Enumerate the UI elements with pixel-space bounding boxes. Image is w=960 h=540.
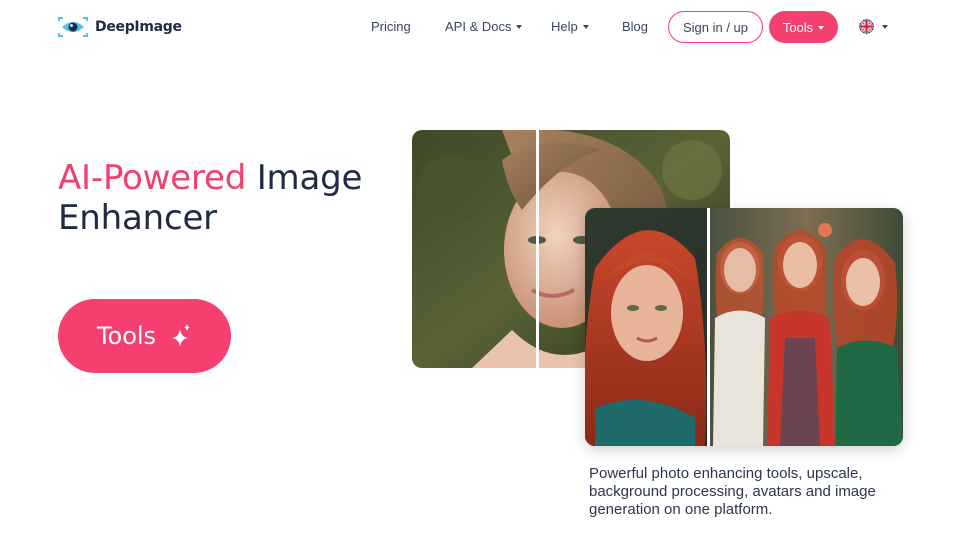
sparkle-icon	[172, 324, 191, 347]
hero-title-part2: Enhancer	[58, 198, 217, 238]
nav-blog[interactable]: Blog	[622, 19, 648, 34]
nav-pricing[interactable]: Pricing	[371, 19, 411, 34]
hero-description: Powerful photo enhancing tools, upscale,…	[589, 465, 876, 518]
brand-name: DeepImage	[95, 19, 182, 35]
hero-title: AI-Powered Image Enhancer	[58, 158, 398, 238]
caret-down-icon	[882, 25, 888, 29]
signin-button[interactable]: Sign in / up	[668, 11, 763, 43]
brand-logo[interactable]: DeepImage	[57, 14, 182, 40]
caret-down-icon	[582, 25, 589, 29]
eye-logo-icon	[58, 17, 88, 37]
nav-blog-label: Blog	[622, 19, 649, 34]
avatars-collage-image	[585, 208, 903, 446]
nav-api-docs[interactable]: API & Docs	[445, 19, 523, 34]
language-selector[interactable]	[859, 19, 888, 34]
tools-nav-label: Tools	[782, 19, 814, 35]
hero-tools-label: Tools	[96, 322, 157, 350]
nav-help-label: Help	[551, 19, 578, 34]
hero-title-accent: AI-Powered	[58, 158, 247, 198]
hero-tools-button[interactable]: Tools	[58, 299, 231, 373]
uk-flag-icon	[859, 19, 874, 34]
nav-api-docs-label: API & Docs	[445, 19, 512, 34]
site-header: DeepImage Pricing API & Docs Help Blog S…	[0, 0, 960, 54]
nav-pricing-label: Pricing	[371, 19, 411, 34]
caret-down-icon	[818, 25, 825, 30]
tools-nav-button[interactable]: Tools	[769, 11, 838, 43]
nav-help[interactable]: Help	[551, 19, 589, 34]
hero-title-part1: Image	[256, 158, 363, 198]
caret-down-icon	[516, 25, 523, 29]
